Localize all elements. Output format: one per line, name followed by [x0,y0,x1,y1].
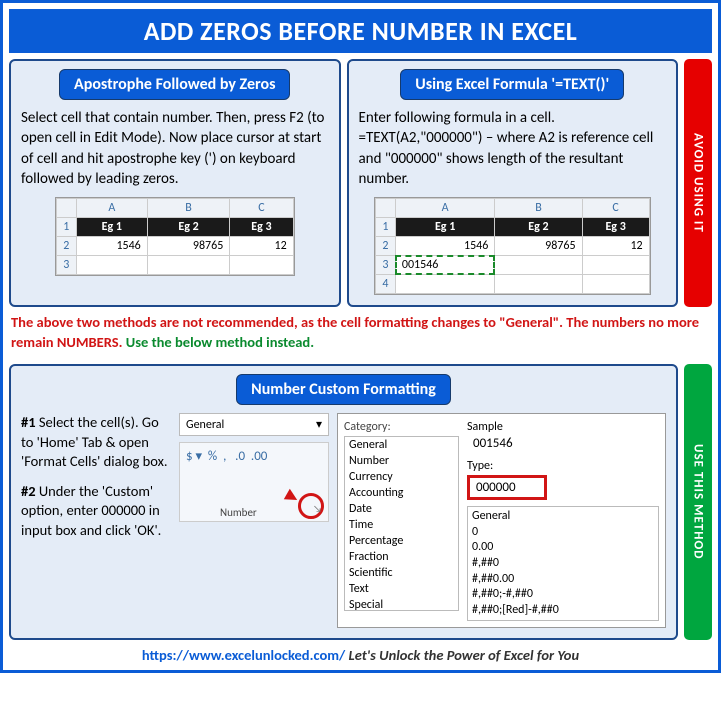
row-4: 4 [375,275,395,294]
cell-c2: 12 [230,237,293,256]
col-b: B [147,199,230,218]
dialog-launcher-icon[interactable]: ↘ [313,502,322,515]
cat-number[interactable]: Number [345,453,458,469]
fmt-6[interactable]: #,##0;[Red]-#,##0 [472,603,654,619]
format-dropdown[interactable]: General ▾ [179,413,329,436]
category-label: Category: [344,420,459,434]
row-3: 3 [56,256,76,275]
sample-label: Sample [467,420,659,434]
col-c: C [582,199,649,218]
warning-red: The above two methods are not recommende… [11,313,699,351]
hdr-c: Eg 3 [582,218,649,237]
fmt-2[interactable]: 0.00 [472,540,654,556]
cell-b2: 98765 [495,237,582,256]
corner-cell [375,199,395,218]
hdr-b: Eg 2 [147,218,230,237]
fmt-1[interactable]: 0 [472,525,654,541]
method3-heading: Number Custom Formatting [236,374,451,405]
method1-text: Select cell that contain number. Then, p… [21,108,329,189]
cat-currency[interactable]: Currency [345,469,458,485]
method1-panel: Apostrophe Followed by Zeros Select cell… [9,59,341,307]
row-1: 1 [375,218,395,237]
footer-link[interactable]: https://www.excelunlocked.com/ [142,646,345,664]
category-listbox[interactable]: General Number Currency Accounting Date … [344,436,459,611]
ribbon-icons: $ ▾ % , .0 .00 [186,449,322,464]
page-title: ADD ZEROS BEFORE NUMBER IN EXCEL [9,9,712,53]
cat-date[interactable]: Date [345,501,458,517]
cat-percentage[interactable]: Percentage [345,533,458,549]
cell-b2: 98765 [147,237,230,256]
sample-value: 001546 [467,436,659,451]
col-a: A [76,199,147,218]
cell-a3-selected: 001546 [395,256,494,275]
number-label: Number [220,506,257,519]
cat-time[interactable]: Time [345,517,458,533]
number-ribbon: $ ▾ % , .0 .00 Number ↘ [179,442,329,522]
use-tag: USE THIS METHOD [684,364,712,640]
fmt-5[interactable]: #,##0;-#,##0 [472,587,654,603]
method2-heading: Using Excel Formula '=TEXT()' [400,69,624,100]
warning-green: Use the below method instead. [123,333,315,351]
type-label: Type: [467,459,659,473]
col-a: A [395,199,494,218]
method2-panel: Using Excel Formula '=TEXT()' Enter foll… [347,59,679,307]
method1-table: A B C 1 Eg 1 Eg 2 Eg 3 2 1546 98765 12 3 [55,197,295,276]
cat-text[interactable]: Text [345,581,458,597]
cell-a2: 1546 [76,237,147,256]
row-2: 2 [56,237,76,256]
row-1: 1 [56,218,76,237]
cat-special[interactable]: Special [345,597,458,611]
cat-scientific[interactable]: Scientific [345,565,458,581]
hdr-c: Eg 3 [230,218,293,237]
hdr-b: Eg 2 [495,218,582,237]
col-c: C [230,199,293,218]
method3-panel: Number Custom Formatting #1 Select the c… [9,364,678,640]
type-input[interactable]: 000000 [467,475,547,500]
col-b: B [495,199,582,218]
row-3: 3 [375,256,395,275]
dropdown-value: General [186,418,224,432]
cell-c2: 12 [582,237,649,256]
row-2: 2 [375,237,395,256]
footer-tagline: Let's Unlock the Power of Excel for You [345,646,579,664]
corner-cell [56,199,76,218]
avoid-tag: AVOID USING IT [684,59,712,307]
footer: https://www.excelunlocked.com/ Let's Unl… [9,640,712,664]
method3-steps: #1 Select the cell(s). Go to 'Home' Tab … [21,413,171,628]
hdr-a: Eg 1 [395,218,494,237]
fmt-0[interactable]: General [472,509,654,525]
format-list[interactable]: General 0 0.00 #,##0 #,##0.00 #,##0;-#,#… [467,506,659,621]
cat-fraction[interactable]: Fraction [345,549,458,565]
cat-accounting[interactable]: Accounting [345,485,458,501]
method2-table: A B C 1 Eg 1 Eg 2 Eg 3 2 1546 98765 12 3 [374,197,651,295]
cat-general[interactable]: General [345,437,458,453]
hdr-a: Eg 1 [76,218,147,237]
fmt-3[interactable]: #,##0 [472,556,654,572]
format-cells-dialog: Category: General Number Currency Accoun… [337,413,666,628]
method1-heading: Apostrophe Followed by Zeros [59,69,290,100]
warning-text: The above two methods are not recommende… [9,307,712,358]
step1: #1 Select the cell(s). Go to 'Home' Tab … [21,413,171,472]
step2: #2 Under the 'Custom' option, enter 0000… [21,482,171,541]
cell-a2: 1546 [395,237,494,256]
method2-text: Enter following formula in a cell. =TEXT… [359,108,667,189]
fmt-4[interactable]: #,##0.00 [472,572,654,588]
chevron-down-icon: ▾ [316,417,322,432]
